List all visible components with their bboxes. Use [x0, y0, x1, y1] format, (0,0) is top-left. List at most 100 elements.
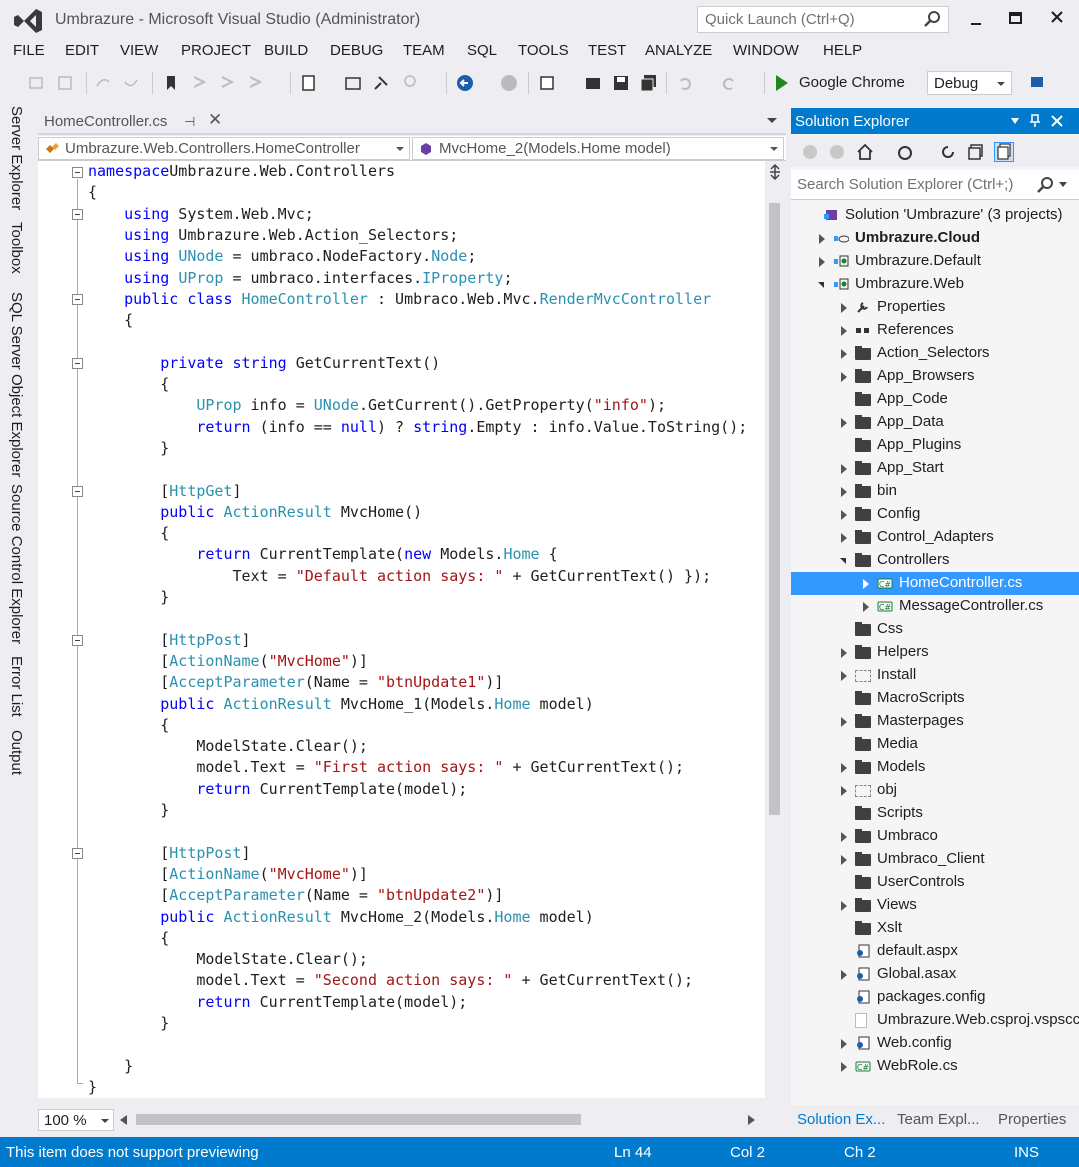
tree-node[interactable]: Control_Adapters [791, 526, 1079, 549]
auto-hide-pin-icon[interactable] [1029, 114, 1041, 128]
tree-node[interactable]: Umbrazure.Cloud [791, 227, 1079, 250]
fold-toggle-mvchome1[interactable] [72, 635, 83, 646]
tab-sql-server-object-explorer[interactable]: SQL Server Object Explorer [8, 292, 25, 477]
close-tab-icon[interactable]: ✕ [208, 110, 222, 130]
next-bookmark-icon[interactable] [218, 74, 236, 92]
tree-node[interactable]: Css [791, 618, 1079, 641]
fold-toggle-class[interactable] [72, 294, 83, 305]
scroll-right-icon[interactable] [748, 1115, 756, 1125]
menu-test[interactable]: TEST [588, 42, 626, 59]
tab-output[interactable]: Output [8, 730, 25, 775]
tree-node[interactable]: Models [791, 756, 1079, 779]
undo-icon[interactable] [676, 74, 694, 92]
collapse-all-icon[interactable] [967, 143, 985, 161]
expand-icon[interactable] [819, 234, 825, 244]
expand-icon[interactable] [841, 510, 847, 520]
tree-node[interactable]: bin [791, 480, 1079, 503]
expand-icon[interactable] [841, 970, 847, 980]
maximize-icon[interactable] [1000, 6, 1032, 32]
expand-icon[interactable] [863, 602, 869, 612]
split-window-icon[interactable] [769, 164, 781, 180]
code-editor[interactable]: namespaceUmbrazure.Web.Controllers{ usin… [38, 161, 765, 1098]
expand-icon[interactable] [841, 533, 847, 543]
outdent-icon[interactable] [28, 74, 46, 92]
expand-icon[interactable] [841, 418, 847, 428]
expand-icon[interactable] [819, 257, 825, 267]
tree-node[interactable]: Umbraco_Client [791, 848, 1079, 871]
tree-node[interactable]: Views [791, 894, 1079, 917]
minimize-icon[interactable] [960, 6, 992, 32]
menu-project[interactable]: PROJECT [181, 42, 251, 59]
menu-file[interactable]: FILE [13, 42, 45, 59]
menu-help[interactable]: HELP [823, 42, 862, 59]
search-options-icon[interactable] [1059, 182, 1067, 188]
back-icon[interactable] [801, 143, 819, 161]
expand-icon[interactable] [841, 671, 847, 681]
menu-team[interactable]: TEAM [403, 42, 445, 59]
new-item-icon[interactable] [300, 74, 318, 92]
show-all-files-icon[interactable] [994, 142, 1014, 162]
tree-node[interactable]: C# HomeController.cs [791, 572, 1079, 595]
tree-node[interactable]: UserControls [791, 871, 1079, 894]
menu-analyze[interactable]: ANALYZE [645, 42, 712, 59]
solution-configuration-select[interactable]: Debug [927, 71, 1012, 95]
menu-sql[interactable]: SQL [467, 42, 497, 59]
forward-icon[interactable] [828, 143, 846, 161]
refresh-icon[interactable] [939, 143, 957, 161]
menu-edit[interactable]: EDIT [65, 42, 99, 59]
fold-toggle-usings[interactable] [72, 209, 83, 220]
expand-icon[interactable] [841, 1039, 847, 1049]
scrollbar-thumb[interactable] [769, 203, 780, 815]
tree-node[interactable]: Config [791, 503, 1079, 526]
tree-node[interactable]: Xslt [791, 917, 1079, 940]
expand-icon[interactable] [841, 717, 847, 727]
tab-team-explorer[interactable]: Team Expl... [897, 1111, 980, 1128]
collapse-icon[interactable] [818, 282, 824, 288]
tree-node[interactable]: Properties [791, 296, 1079, 319]
save-all-icon[interactable] [640, 74, 658, 92]
menu-build[interactable]: BUILD [264, 42, 308, 59]
tree-node[interactable]: App_Data [791, 411, 1079, 434]
expand-icon[interactable] [841, 303, 847, 313]
new-project-icon[interactable] [538, 74, 556, 92]
menu-window[interactable]: WINDOW [733, 42, 799, 59]
comment-icon[interactable] [94, 74, 112, 92]
close-panel-icon[interactable] [1051, 115, 1063, 127]
tree-node[interactable]: default.aspx [791, 940, 1079, 963]
tree-node[interactable]: App_Plugins [791, 434, 1079, 457]
expand-icon[interactable] [841, 326, 847, 336]
expand-icon[interactable] [841, 901, 847, 911]
attach-process-icon[interactable] [1028, 74, 1046, 92]
scroll-left-icon[interactable] [120, 1115, 128, 1125]
clear-bookmarks-icon[interactable] [246, 74, 264, 92]
expand-icon[interactable] [841, 349, 847, 359]
uncomment-icon[interactable] [122, 74, 140, 92]
expand-icon[interactable] [841, 832, 847, 842]
tree-node[interactable]: Umbrazure.Web [791, 273, 1079, 296]
expand-icon[interactable] [841, 763, 847, 773]
prev-bookmark-icon[interactable] [190, 74, 208, 92]
menu-debug[interactable]: DEBUG [330, 42, 383, 59]
save-icon[interactable] [612, 74, 630, 92]
expand-icon[interactable] [841, 648, 847, 658]
expand-icon[interactable] [841, 786, 847, 796]
redo-icon[interactable] [720, 74, 738, 92]
tree-node[interactable]: Masterpages [791, 710, 1079, 733]
expand-icon[interactable] [863, 579, 869, 589]
tree-node[interactable]: Umbrazure.Web.csproj.vspscc [791, 1009, 1079, 1032]
solution-search-input[interactable]: Search Solution Explorer (Ctrl+;) [791, 170, 1079, 200]
close-icon[interactable] [1041, 6, 1073, 32]
quick-launch-input[interactable]: Quick Launch (Ctrl+Q) [697, 6, 949, 33]
tree-node[interactable]: App_Start [791, 457, 1079, 480]
fold-toggle-mvchome2[interactable] [72, 848, 83, 859]
pin-icon[interactable] [372, 74, 390, 92]
expand-icon[interactable] [841, 1062, 847, 1072]
tree-node[interactable]: C# WebRole.cs [791, 1055, 1079, 1078]
tree-node[interactable]: App_Code [791, 388, 1079, 411]
tab-error-list[interactable]: Error List [8, 656, 25, 717]
fold-toggle-mvchome[interactable] [72, 486, 83, 497]
tab-solution-explorer[interactable]: Solution Ex... [797, 1111, 885, 1128]
tree-node[interactable]: Install [791, 664, 1079, 687]
tab-source-control-explorer[interactable]: Source Control Explorer [8, 484, 25, 644]
tree-node[interactable]: References [791, 319, 1079, 342]
